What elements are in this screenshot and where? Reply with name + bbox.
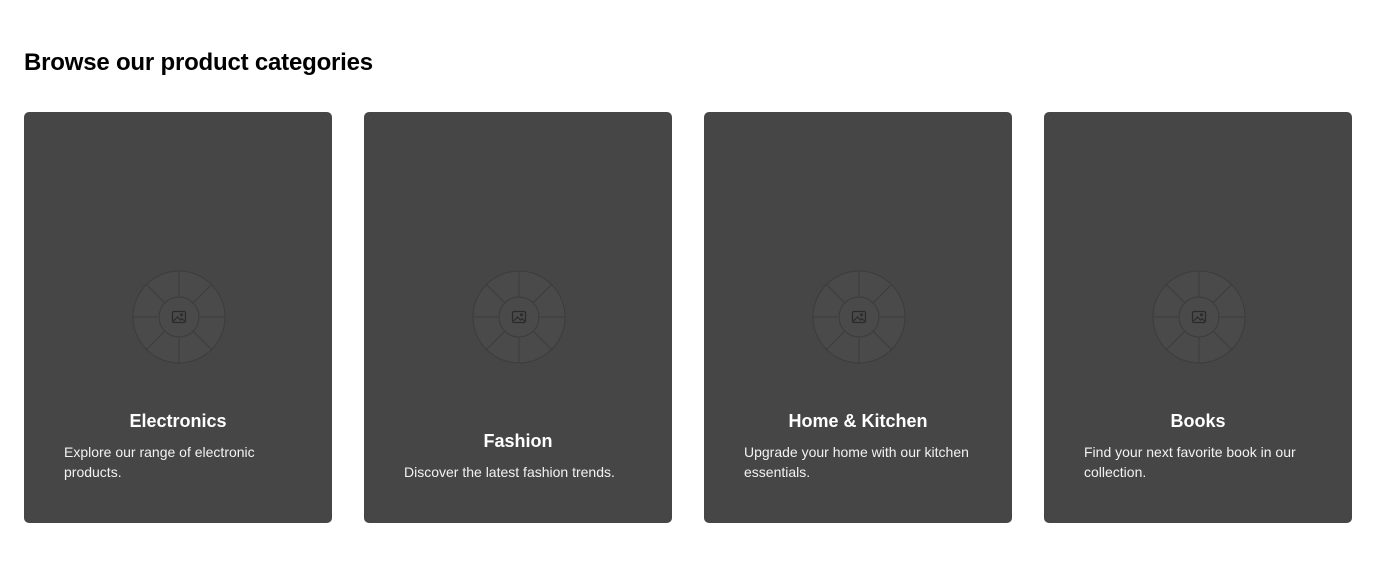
image-placeholder-icon: [472, 270, 566, 364]
category-card-books[interactable]: Books Find your next favorite book in ou…: [1044, 112, 1352, 523]
category-grid: Electronics Explore our range of electro…: [24, 112, 1352, 523]
category-description: Discover the latest fashion trends.: [404, 464, 615, 480]
category-card-fashion[interactable]: Fashion Discover the latest fashion tren…: [364, 112, 672, 523]
category-description: Explore our range of electronic products…: [64, 444, 255, 480]
category-description: Find your next favorite book in our coll…: [1084, 444, 1296, 480]
card-text: Books Find your next favorite book in ou…: [1084, 410, 1312, 482]
card-text: Home & Kitchen Upgrade your home with ou…: [744, 410, 972, 482]
category-description: Upgrade your home with our kitchen essen…: [744, 444, 969, 480]
category-card-home-kitchen[interactable]: Home & Kitchen Upgrade your home with ou…: [704, 112, 1012, 523]
image-placeholder-icon: [1152, 270, 1246, 364]
category-title: Books: [1170, 411, 1226, 431]
category-title: Home & Kitchen: [788, 411, 928, 431]
image-placeholder-icon: [132, 270, 226, 364]
category-card-electronics[interactable]: Electronics Explore our range of electro…: [24, 112, 332, 523]
section-heading: Browse our product categories: [24, 49, 373, 76]
category-title: Electronics: [129, 411, 227, 431]
image-placeholder-icon: [812, 270, 906, 364]
card-text: Fashion Discover the latest fashion tren…: [404, 430, 632, 482]
card-text: Electronics Explore our range of electro…: [64, 410, 292, 482]
category-title: Fashion: [483, 431, 553, 451]
categories-section: Browse our product categories Electronic…: [0, 0, 1376, 571]
